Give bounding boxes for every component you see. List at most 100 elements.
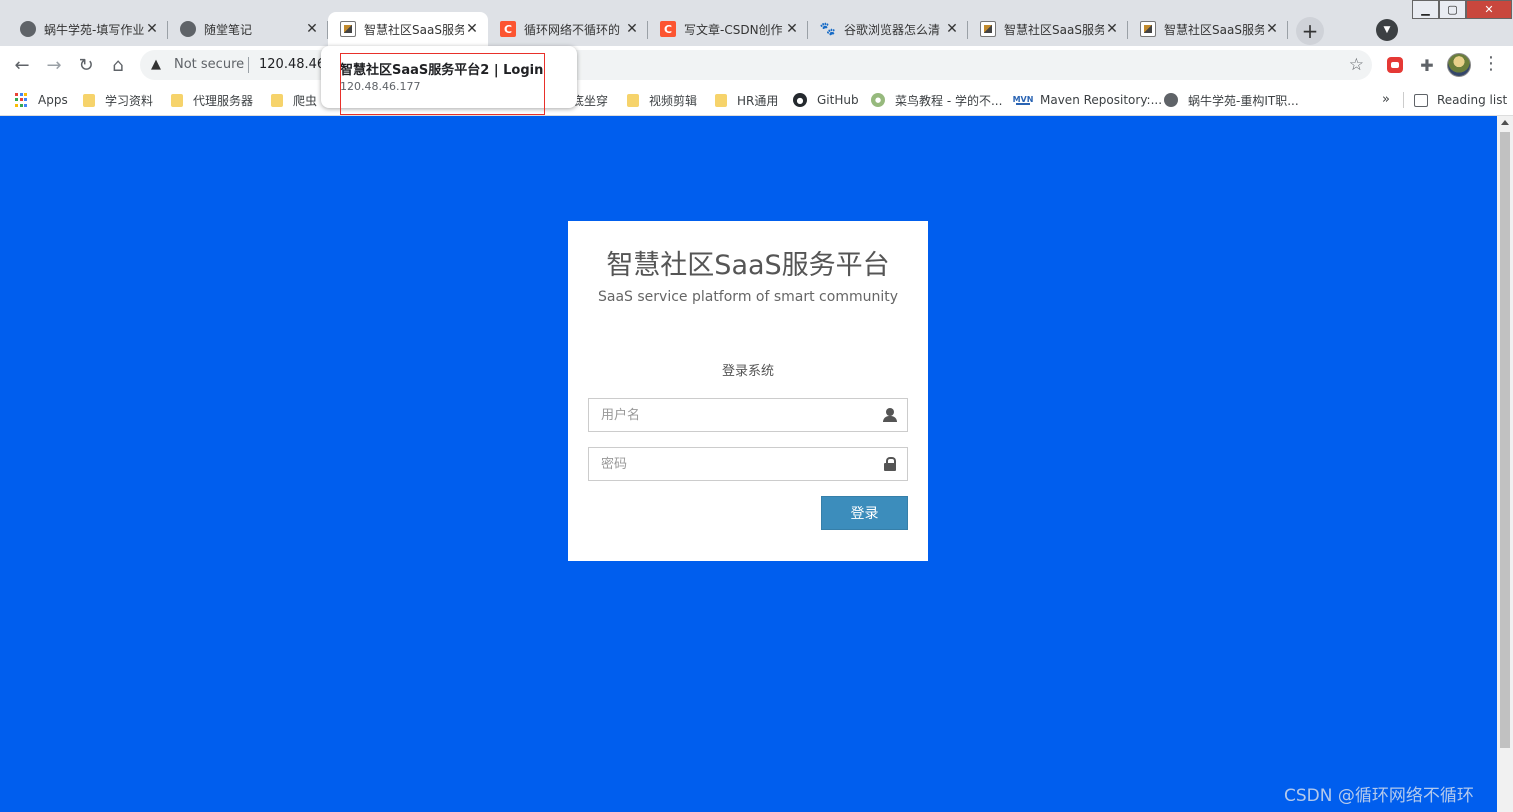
bookmark-folder[interactable]: 视频剪辑 [627, 89, 697, 111]
bookmark-folder[interactable]: 爬虫 [271, 89, 317, 111]
tab-list: 蜗牛学苑-填写作业 ✕ 随堂笔记 ✕ 智慧社区SaaS服务 ✕ C 循环网络不循… [8, 12, 1288, 46]
close-tab-icon[interactable]: ✕ [1264, 21, 1280, 37]
browser-tab[interactable]: 蜗牛学苑-填写作业 ✕ [8, 12, 168, 46]
runoob-icon: ● [871, 93, 885, 107]
new-tab-button[interactable]: + [1296, 17, 1324, 45]
apps-grid-icon [14, 93, 28, 107]
bookmarks-divider [1403, 92, 1404, 108]
security-indicator[interactable]: Not secure [174, 57, 244, 72]
browser-tab[interactable]: 智慧社区SaaS服务 ✕ [1128, 12, 1288, 46]
globe-icon [20, 21, 36, 37]
extensions-puzzle-icon[interactable]: ✚ [1416, 54, 1438, 76]
maven-icon: MVN [1012, 94, 1034, 105]
browser-tab[interactable]: 🐾 谷歌浏览器怎么清 ✕ [808, 12, 968, 46]
warning-triangle-icon[interactable]: ▲ [151, 57, 161, 72]
more-bookmarks-chevron[interactable]: » [1382, 92, 1390, 107]
close-tab-icon[interactable]: ✕ [144, 21, 160, 37]
close-tab-icon[interactable]: ✕ [944, 21, 960, 37]
saas-favicon-icon [980, 21, 996, 37]
tab-title: 智慧社区SaaS服务 [1164, 22, 1264, 37]
reload-icon[interactable]: ↻ [73, 52, 99, 78]
maximize-icon[interactable]: ▢ [1439, 0, 1466, 19]
page-viewport: 智慧社区SaaS服务平台 SaaS service platform of sm… [0, 116, 1497, 812]
close-tab-icon[interactable]: ✕ [784, 21, 800, 37]
bookmark-label: 学习资料 [105, 93, 154, 108]
bookmark-label: Apps [38, 93, 68, 107]
tab-title: 写文章-CSDN创作 [684, 22, 783, 37]
window-close-icon[interactable]: ✕ [1466, 0, 1512, 19]
browser-tab-active[interactable]: 智慧社区SaaS服务 ✕ [328, 12, 488, 46]
window-controls: ▁ ▢ ✕ [1412, 0, 1512, 19]
close-tab-icon[interactable]: ✕ [1104, 21, 1120, 37]
extension-red-icon[interactable] [1387, 57, 1403, 73]
minimize-icon[interactable]: ▁ [1412, 0, 1439, 19]
login-button[interactable]: 登录 [821, 496, 908, 530]
saas-favicon-icon [1140, 21, 1156, 37]
login-panel: 智慧社区SaaS服务平台 SaaS service platform of sm… [568, 221, 928, 561]
username-field [588, 398, 908, 432]
bookmark-apps[interactable]: Apps [14, 89, 68, 111]
vertical-scrollbar[interactable] [1497, 116, 1513, 812]
bookmark-star-icon[interactable]: ☆ [1349, 55, 1364, 75]
bookmark-label: 菜鸟教程 - 学的不... [895, 93, 1003, 108]
annotation-highlight-box [340, 53, 545, 115]
reading-list-button[interactable]: Reading list [1414, 89, 1507, 111]
page-subtitle: SaaS service platform of smart community [597, 289, 898, 305]
folder-icon [83, 93, 95, 107]
tab-search-icon[interactable]: ▼ [1376, 19, 1398, 41]
scroll-up-arrow-icon[interactable] [1501, 120, 1509, 125]
close-tab-icon[interactable]: ✕ [464, 21, 480, 37]
browser-tab[interactable]: C 写文章-CSDN创作 ✕ [648, 12, 808, 46]
user-icon [883, 408, 897, 422]
bookmark-label: 底坐穿 [572, 93, 609, 108]
bookmark-label: 代理服务器 [193, 93, 254, 108]
tab-separator [1287, 21, 1288, 39]
bookmark-github[interactable]: ● GitHub [793, 89, 859, 111]
browser-tab[interactable]: C 循环网络不循环的 ✕ [488, 12, 648, 46]
baidu-paw-icon: 🐾 [819, 21, 837, 37]
csdn-icon: C [660, 21, 676, 37]
browser-tab[interactable]: 随堂笔记 ✕ [168, 12, 328, 46]
csdn-watermark: CSDN @循环网络不循环 [1284, 786, 1474, 806]
omnibox-divider [248, 57, 249, 73]
login-heading: 登录系统 [721, 364, 774, 379]
url-text[interactable]: 120.48.46. [259, 57, 329, 72]
folder-icon [627, 93, 639, 107]
password-input[interactable] [589, 448, 879, 480]
tab-title: 智慧社区SaaS服务 [1004, 22, 1104, 37]
bookmark-label: GitHub [817, 93, 859, 107]
tab-title: 智慧社区SaaS服务 [364, 22, 464, 37]
bookmark-woniu[interactable]: 蜗牛学苑-重构IT职... [1164, 89, 1299, 111]
tab-title: 随堂笔记 [204, 22, 253, 37]
forward-arrow-icon[interactable]: → [41, 52, 67, 78]
home-icon[interactable]: ⌂ [105, 52, 131, 78]
bookmark-folder[interactable]: 学习资料 [83, 89, 153, 111]
tab-title: 循环网络不循环的 [524, 22, 621, 37]
bookmark-label: 视频剪辑 [649, 93, 698, 108]
bookmark-maven[interactable]: MVN Maven Repository:... [1012, 89, 1163, 111]
bookmark-folder[interactable]: 代理服务器 [171, 89, 253, 111]
globe-icon [180, 21, 196, 37]
globe-icon [1164, 93, 1178, 107]
lock-icon [883, 457, 897, 471]
username-input[interactable] [589, 399, 879, 431]
close-tab-icon[interactable]: ✕ [624, 21, 640, 37]
folder-icon [171, 93, 183, 107]
github-icon: ● [793, 93, 807, 107]
bookmark-label: Maven Repository:... [1040, 93, 1163, 107]
bookmark-folder[interactable]: HR通用 [715, 89, 778, 111]
scrollbar-thumb[interactable] [1500, 132, 1510, 748]
menu-dots-icon[interactable]: ⋮ [1482, 54, 1500, 74]
back-arrow-icon[interactable]: ← [9, 52, 35, 78]
bookmark-runoob[interactable]: ● 菜鸟教程 - 学的不... [871, 89, 1002, 111]
bookmark-label: HR通用 [737, 93, 779, 108]
profile-avatar[interactable] [1447, 53, 1471, 77]
password-field [588, 447, 908, 481]
close-tab-icon[interactable]: ✕ [304, 21, 320, 37]
page-title: 智慧社区SaaS服务平台 [606, 250, 890, 281]
browser-tab[interactable]: 智慧社区SaaS服务 ✕ [968, 12, 1128, 46]
saas-favicon-icon [340, 21, 356, 37]
bookmark-folder[interactable]: 底坐穿 [572, 89, 608, 111]
reading-list-icon [1414, 93, 1428, 107]
reading-list-label: Reading list [1437, 93, 1508, 107]
